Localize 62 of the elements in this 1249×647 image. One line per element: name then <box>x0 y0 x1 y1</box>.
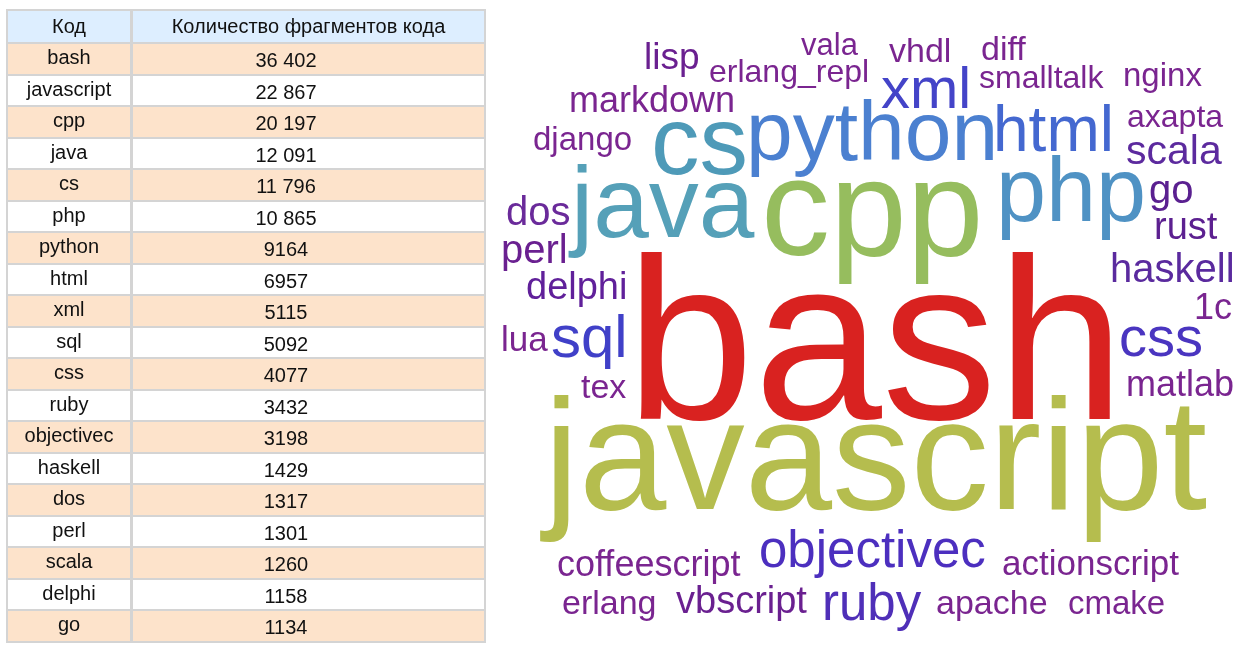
table-cell: 20 197 <box>133 107 484 137</box>
table-cell: java <box>8 138 130 168</box>
cloud-word: django <box>533 125 633 157</box>
table-cell: php <box>8 201 130 231</box>
cloud-word: sql <box>551 314 628 371</box>
cloud-word: matlab <box>1126 369 1235 404</box>
table-cell: 1134 <box>133 611 484 641</box>
table-cell: 3198 <box>133 422 484 452</box>
cloud-word: dos <box>506 195 571 233</box>
table-cell: 11 796 <box>133 170 484 200</box>
table-cell: 5092 <box>133 327 484 357</box>
table-cell: 3432 <box>133 390 484 420</box>
cloud-word: go <box>1149 173 1194 212</box>
cloud-word: delphi <box>526 272 628 308</box>
table-cell: sql <box>8 327 130 357</box>
table-cell: dos <box>8 485 130 515</box>
table-cell: 12 091 <box>133 138 484 168</box>
table-cell: cpp <box>8 107 130 137</box>
cloud-word: vbscript <box>676 586 807 622</box>
table-cell: delphi <box>8 579 130 609</box>
cloud-word: rust <box>1154 212 1218 248</box>
table-cell: 9164 <box>133 233 484 263</box>
table-cell: 1260 <box>133 548 484 578</box>
table-cell: 5115 <box>133 296 484 326</box>
table-cell: html <box>8 264 130 294</box>
cloud-word: perl <box>501 233 568 271</box>
table-cell: javascript <box>8 75 130 105</box>
cloud-word: axapta <box>1127 103 1224 134</box>
table-cell: bash <box>8 44 130 74</box>
column-header: Код <box>8 11 130 42</box>
table-cell: 22 867 <box>133 75 484 105</box>
cloud-word: vala <box>801 33 858 63</box>
cloud-word: coffeescript <box>557 549 741 584</box>
cloud-word: ruby <box>822 582 922 631</box>
table-cell: 1317 <box>133 485 484 515</box>
table-cell: 1429 <box>133 453 484 483</box>
table-cell: ruby <box>8 390 130 420</box>
table-cell: 1301 <box>133 516 484 546</box>
cloud-word: haskell <box>1110 252 1235 291</box>
table-cell: objectivec <box>8 422 130 452</box>
cloud-word: cmake <box>1068 589 1166 621</box>
table-cell: xml <box>8 296 130 326</box>
cloud-word: apache <box>936 589 1048 622</box>
table-cell: 6957 <box>133 264 484 294</box>
cloud-word: erlang <box>562 589 657 622</box>
table-cell: 10 865 <box>133 201 484 231</box>
table-cell: scala <box>8 548 130 578</box>
column-header: Количество фрагментов кода <box>133 11 484 42</box>
table-cell: css <box>8 359 130 389</box>
table-cell: 4077 <box>133 359 484 389</box>
cloud-word: lua <box>501 326 548 360</box>
table-cell: perl <box>8 516 130 546</box>
cloud-word: nginx <box>1123 61 1202 93</box>
table-cell: 1158 <box>133 579 484 609</box>
table-cell: 36 402 <box>133 44 484 74</box>
cloud-word: lisp <box>644 43 700 78</box>
table-cell: cs <box>8 170 130 200</box>
table-cell: python <box>8 233 130 263</box>
cloud-word: vhdl <box>889 37 952 70</box>
table-cell: haskell <box>8 453 130 483</box>
cloud-word: actionscript <box>1002 550 1180 584</box>
table-cell: go <box>8 611 130 641</box>
